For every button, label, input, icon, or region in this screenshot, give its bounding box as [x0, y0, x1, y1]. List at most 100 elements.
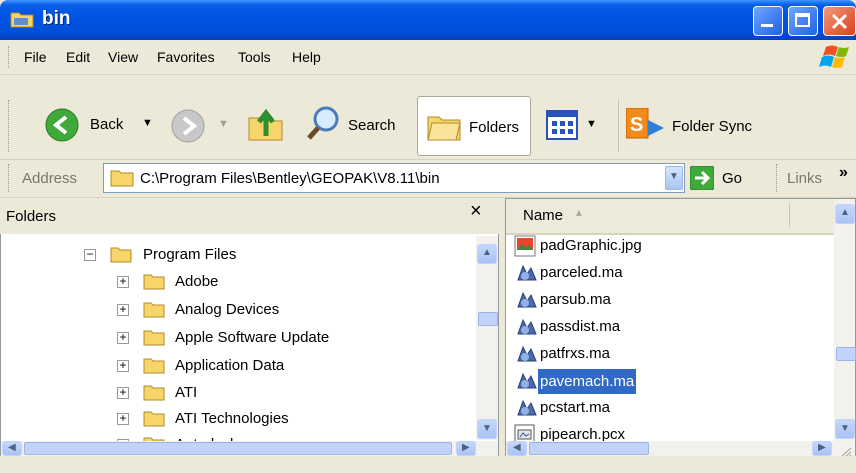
window-title: bin [42, 8, 71, 29]
forward-button[interactable]: ▼ [170, 108, 230, 144]
list-item[interactable]: passdist.ma [512, 315, 832, 341]
folders-button[interactable]: Folders [417, 96, 531, 156]
tree-item-label: Apple Software Update [175, 329, 330, 346]
scroll-right-button[interactable]: ▶ [456, 441, 476, 456]
tree-item-label: Program Files [143, 246, 237, 263]
minimize-icon [761, 24, 773, 27]
folder-icon [10, 12, 34, 28]
folder-icon [110, 247, 132, 263]
links-button[interactable]: Links [787, 170, 822, 187]
views-button[interactable]: ▼ [546, 108, 616, 144]
menu-grip[interactable] [8, 46, 12, 68]
scroll-left-button[interactable]: ◀ [507, 441, 527, 456]
tree-expander[interactable]: + [117, 275, 129, 288]
resize-grip-icon[interactable] [838, 444, 852, 457]
folders-vertical-scrollbar[interactable] [476, 236, 498, 440]
column-header-name[interactable]: Name ▲ [506, 199, 855, 235]
tree-expander[interactable]: + [117, 359, 129, 372]
tree-item-apple-software-update[interactable]: + Apple Software Update [117, 327, 477, 355]
chevron-left-icon: ◀ [8, 442, 16, 453]
chevron-up-icon: ▲ [840, 207, 850, 218]
folder-icon [143, 274, 165, 290]
horizontal-scroll-thumb[interactable] [529, 442, 649, 455]
scroll-right-button[interactable]: ▶ [812, 441, 832, 456]
menu-help[interactable]: Help [292, 49, 321, 65]
tree-expander[interactable]: − [84, 248, 96, 261]
list-item[interactable]: padGraphic.jpg [512, 234, 832, 260]
windows-logo-icon [819, 45, 849, 68]
folders-label: Folders [469, 119, 520, 136]
back-arrow-icon [45, 108, 79, 142]
file-name: passdist.ma [540, 318, 621, 335]
scroll-down-button[interactable]: ▼ [477, 419, 497, 439]
menu-view[interactable]: View [108, 49, 138, 65]
toolbar-grip[interactable] [8, 100, 12, 152]
address-dropdown-button[interactable]: ▼ [665, 166, 683, 190]
chevron-down-icon: ▼ [482, 423, 492, 434]
tree-item-program-files[interactable]: − Program Files [84, 244, 464, 272]
chevron-up-icon: ▲ [482, 247, 492, 258]
address-input[interactable]: C:\Program Files\Bentley\GEOPAK\V8.11\bi… [140, 170, 440, 187]
folders-pane-close-button[interactable]: × [470, 200, 482, 223]
list-item[interactable]: patfrxs.ma [512, 342, 832, 368]
chevron-left-icon: ◀ [513, 442, 521, 453]
menu-file[interactable]: File [24, 49, 47, 65]
minimize-button[interactable] [753, 6, 783, 36]
tree-item-analog-devices[interactable]: + Analog Devices [117, 299, 477, 327]
scroll-left-button[interactable]: ◀ [2, 441, 22, 456]
file-list-vertical-scrollbar[interactable] [834, 199, 855, 441]
back-label: Back [90, 116, 124, 133]
views-dropdown-icon[interactable]: ▼ [586, 118, 597, 130]
tree-item-application-data[interactable]: + Application Data [117, 355, 477, 383]
tree-expander[interactable]: + [117, 412, 129, 425]
scroll-down-button[interactable]: ▼ [835, 419, 855, 439]
list-item[interactable]: parsub.ma [512, 288, 832, 314]
list-item[interactable]: pipearch.pcx [512, 423, 832, 441]
tree-item-label: Analog Devices [175, 301, 280, 318]
tree-item-adobe[interactable]: + Adobe [117, 271, 477, 299]
scroll-thumb[interactable] [836, 347, 856, 361]
file-name: padGraphic.jpg [540, 237, 642, 254]
menu-favorites[interactable]: Favorites [157, 49, 215, 65]
scroll-up-button[interactable]: ▲ [835, 204, 855, 224]
file-name: pipearch.pcx [540, 426, 626, 441]
go-arrow-icon [690, 166, 714, 190]
list-item[interactable]: pcstart.ma [512, 396, 832, 422]
folder-sync-icon: S [626, 108, 664, 139]
address-grip[interactable] [8, 164, 12, 192]
close-button[interactable] [823, 6, 856, 36]
go-button[interactable]: Go [688, 164, 758, 192]
image-file-icon [514, 235, 536, 257]
links-more-button[interactable]: » [839, 164, 848, 182]
up-folder-button[interactable] [246, 104, 286, 144]
file-name: pcstart.ma [540, 399, 611, 416]
bottom-frame [0, 456, 856, 473]
menu-edit[interactable]: Edit [66, 49, 90, 65]
column-divider[interactable] [789, 203, 790, 227]
tree-item-ati-technologies[interactable]: + ATI Technologies [117, 408, 477, 436]
tree-expander[interactable]: + [117, 386, 129, 399]
tree-expander[interactable]: + [117, 303, 129, 316]
menu-tools[interactable]: Tools [238, 49, 271, 65]
horizontal-scroll-thumb[interactable] [24, 442, 452, 455]
maximize-button[interactable] [788, 6, 818, 36]
folder-sync-label: Folder Sync [672, 118, 753, 135]
pcx-file-icon [514, 424, 535, 441]
tree-expander[interactable]: + [117, 331, 129, 344]
links-grip[interactable] [776, 164, 780, 192]
forward-dropdown-icon[interactable]: ▼ [218, 118, 229, 130]
list-item[interactable]: parceled.ma [512, 261, 832, 287]
folder-sync-button[interactable]: S Folder Sync [626, 104, 776, 148]
search-button[interactable]: Search [300, 100, 410, 150]
close-icon [831, 13, 848, 30]
chevron-down-icon: ▼ [840, 423, 850, 434]
scroll-thumb[interactable] [478, 312, 498, 326]
back-dropdown-icon[interactable]: ▼ [142, 117, 153, 129]
column-header-label: Name [523, 207, 564, 224]
folders-icon [427, 116, 461, 141]
file-name: parceled.ma [540, 264, 623, 281]
scroll-up-button[interactable]: ▲ [477, 244, 497, 264]
list-item-selected[interactable]: pavemach.ma [512, 369, 832, 395]
tree-item-ati[interactable]: + ATI [117, 382, 477, 410]
title-bar[interactable] [0, 0, 856, 40]
